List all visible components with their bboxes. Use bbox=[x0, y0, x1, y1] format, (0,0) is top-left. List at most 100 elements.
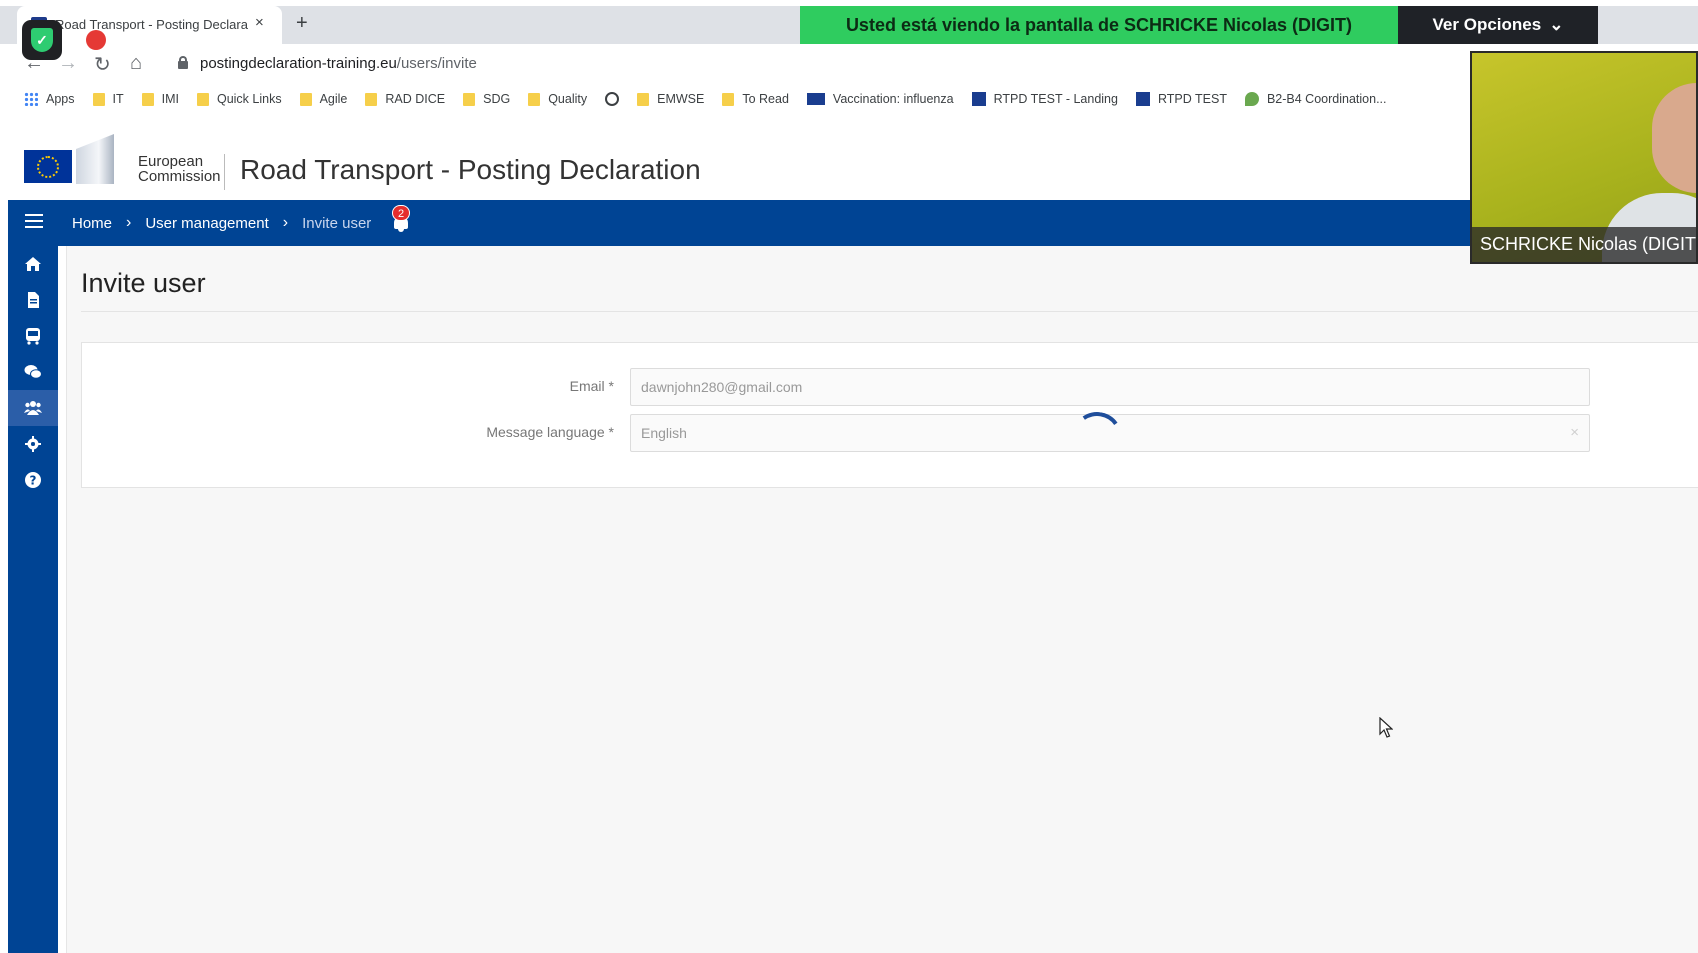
new-tab-button[interactable]: + bbox=[296, 12, 308, 35]
folder-icon bbox=[365, 92, 378, 106]
top-navbar: Home › User management › Invite user bbox=[8, 200, 1698, 246]
users-icon bbox=[24, 401, 42, 415]
view-options-label: Ver Opciones bbox=[1432, 15, 1542, 34]
bookmark-label: IMI bbox=[161, 92, 179, 106]
folder-icon bbox=[637, 92, 650, 106]
breadcrumb-home[interactable]: Home bbox=[72, 215, 112, 232]
sidebar-item-help[interactable]: ? bbox=[8, 462, 58, 498]
presenter-video: SCHRICKE Nicolas (DIGIT) bbox=[1470, 51, 1698, 264]
bookmark-agile[interactable]: Agile bbox=[299, 92, 348, 106]
bookmark-sdg[interactable]: SDG bbox=[463, 92, 510, 106]
bookmark-label: Agile bbox=[319, 92, 348, 106]
title-divider bbox=[81, 311, 1698, 312]
home-icon bbox=[25, 257, 41, 271]
page-title: Invite user bbox=[81, 268, 206, 298]
folder-icon bbox=[463, 92, 476, 106]
sidebar-item-users[interactable] bbox=[8, 390, 58, 426]
header-divider bbox=[224, 154, 225, 190]
bookmark-label: SDG bbox=[483, 92, 511, 106]
url-path: /users/invite bbox=[396, 55, 477, 72]
bookmark-b2-b4[interactable]: B2-B4 Coordination... bbox=[1244, 92, 1386, 106]
chevron-down-icon: ⌄ bbox=[1549, 15, 1564, 34]
eu-flag-icon bbox=[1135, 92, 1150, 106]
folder-icon bbox=[141, 92, 154, 106]
gear-icon bbox=[25, 436, 41, 452]
folder-icon bbox=[196, 92, 209, 106]
help-icon: ? bbox=[25, 472, 41, 488]
message-language-value: English bbox=[641, 425, 687, 441]
url-domain: postingdeclaration-training.eu bbox=[200, 55, 397, 72]
folder-icon bbox=[722, 92, 735, 106]
email-field[interactable]: dawnjohn280@gmail.com bbox=[630, 368, 1590, 406]
european-commission-logo[interactable]: European Commission bbox=[24, 132, 224, 192]
browser-chrome: Road Transport - Posting Declara × + ✓ U… bbox=[0, 0, 1698, 120]
reload-icon[interactable]: ↻ bbox=[94, 52, 111, 77]
main-content: Invite user Email * dawnjohn280@gmail.co… bbox=[66, 246, 1698, 953]
message-language-label: Message language * bbox=[486, 424, 614, 440]
org-name: European Commission bbox=[138, 154, 221, 184]
bookmark-label: Quality bbox=[548, 92, 588, 106]
bookmark-imi[interactable]: IMI bbox=[141, 92, 179, 106]
bookmark-label: Apps bbox=[46, 92, 75, 106]
tab-close-icon[interactable]: × bbox=[255, 14, 264, 31]
bookmark-label: RTPD TEST bbox=[1157, 92, 1227, 106]
bus-icon bbox=[26, 328, 40, 345]
left-sidebar: ? bbox=[8, 246, 58, 953]
bookmark-label: Quick Links bbox=[216, 92, 282, 106]
bookmark-label: To Read bbox=[742, 92, 789, 106]
bookmark-quality[interactable]: Quality bbox=[528, 92, 587, 106]
bookmark-it[interactable]: IT bbox=[92, 92, 124, 106]
folder-icon bbox=[92, 92, 105, 106]
bookmarks-bar: Apps IT IMI Quick Links Agile RAD DICE S… bbox=[0, 86, 1470, 112]
bookmark-vaccination[interactable]: Vaccination: influenza bbox=[806, 92, 954, 106]
sidebar-item-messages[interactable] bbox=[8, 354, 58, 390]
recording-indicator-icon bbox=[86, 30, 106, 50]
bookmark-label: Vaccination: influenza bbox=[832, 92, 954, 106]
bookmark-rtpd-test[interactable]: RTPD TEST bbox=[1135, 92, 1227, 106]
notification-badge: 2 bbox=[392, 205, 410, 221]
bookmark-rtpd-landing[interactable]: RTPD TEST - Landing bbox=[971, 92, 1118, 106]
folder-icon bbox=[299, 92, 312, 106]
bookmark-label: RAD DICE bbox=[385, 92, 446, 106]
bookmark-to-read[interactable]: To Read bbox=[722, 92, 789, 106]
home-browser-icon[interactable]: ⌂ bbox=[130, 52, 142, 75]
bookmark-rad-dice[interactable]: RAD DICE bbox=[365, 92, 445, 106]
screen-share-banner: Usted está viendo la pantalla de SCHRICK… bbox=[800, 6, 1398, 44]
address-bar[interactable]: postingdeclaration-training.eu/users/inv… bbox=[200, 55, 477, 72]
bookmark-label: RTPD TEST - Landing bbox=[993, 92, 1118, 106]
clear-icon[interactable]: × bbox=[1570, 424, 1579, 441]
eu-flag-icon bbox=[971, 92, 986, 106]
bookmark-emwse[interactable]: EMWSE bbox=[637, 92, 704, 106]
bookmark-apps[interactable]: Apps bbox=[24, 92, 75, 106]
sidebar-item-settings[interactable] bbox=[8, 426, 58, 462]
bookmark-label: EMWSE bbox=[657, 92, 705, 106]
breadcrumb-user-management[interactable]: User management bbox=[145, 215, 268, 232]
lock-icon[interactable] bbox=[178, 56, 188, 69]
sidebar-item-declarations[interactable] bbox=[8, 282, 58, 318]
app-title: Road Transport - Posting Declaration bbox=[240, 154, 701, 185]
mouse-cursor-icon bbox=[1379, 717, 1393, 738]
eu-flag-icon bbox=[806, 93, 825, 105]
menu-toggle-icon[interactable] bbox=[25, 214, 43, 228]
org-name-line1: European bbox=[138, 153, 204, 170]
bookmark-quick-links[interactable]: Quick Links bbox=[196, 92, 282, 106]
view-options-button[interactable]: Ver Opciones ⌄ bbox=[1398, 6, 1598, 44]
leaf-icon bbox=[1244, 92, 1259, 106]
comments-icon bbox=[24, 365, 42, 379]
eu-flag-icon bbox=[24, 150, 72, 183]
shield-extension-icon[interactable]: ✓ bbox=[22, 20, 62, 60]
folder-icon bbox=[528, 92, 541, 106]
chevron-right-icon: › bbox=[126, 214, 132, 231]
forward-arrow-icon[interactable]: → bbox=[58, 52, 78, 75]
breadcrumb: Home › User management › Invite user bbox=[72, 214, 371, 232]
apps-grid-icon bbox=[24, 92, 38, 106]
svg-text:?: ? bbox=[30, 474, 37, 488]
bookmark-globe[interactable] bbox=[605, 92, 620, 106]
document-icon bbox=[28, 292, 39, 308]
bookmark-label: IT bbox=[112, 92, 124, 106]
sidebar-item-vehicles[interactable] bbox=[8, 318, 58, 354]
presenter-name: SCHRICKE Nicolas (DIGIT) bbox=[1472, 227, 1696, 262]
chevron-right-icon: › bbox=[282, 214, 289, 231]
sidebar-item-home[interactable] bbox=[8, 246, 58, 282]
email-label: Email * bbox=[569, 378, 614, 394]
